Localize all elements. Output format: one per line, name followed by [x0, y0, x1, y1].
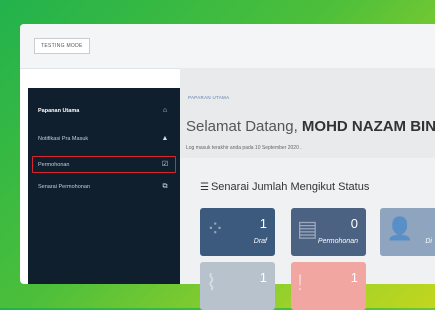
- spinner-icon: ⁘: [206, 216, 225, 241]
- status-tile-4[interactable]: ⌇ 1: [200, 262, 275, 310]
- checklist-icon: ☑: [161, 161, 169, 168]
- tile-caption: Di: [425, 238, 432, 245]
- sidebar-item-notifikasi[interactable]: Notifikasi Pra Masuk ▲: [28, 128, 180, 150]
- status-tile-permohonan[interactable]: ▤ 0 Permohonan: [291, 208, 366, 256]
- tile-count: 1: [350, 270, 358, 285]
- user-name: MOHD NAZAM BIN: [301, 118, 435, 135]
- tile-count: 1: [259, 216, 267, 231]
- sidebar-item-permohonan[interactable]: Permohonan ☑: [28, 154, 180, 176]
- tile-caption: Permohonan: [317, 238, 358, 245]
- welcome-panel: PAPARAN UTAMA Selamat Datang, MOHD NAZAM…: [180, 68, 435, 158]
- status-tile-draf[interactable]: ⁘ 1 Draf: [200, 208, 275, 256]
- sidebar-item-label: Permohonan: [38, 162, 70, 168]
- tile-count: 0: [350, 216, 358, 231]
- welcome-prefix: Selamat Datang,: [186, 118, 302, 135]
- list-icon: ☰: [200, 182, 209, 193]
- top-bar: TESTING MODE: [20, 24, 435, 69]
- sidebar-item-senarai-permohonan[interactable]: Senarai Permohonan ⧉: [28, 176, 180, 198]
- last-login-text: Log masuk terakhir anda pada 10 Septembe…: [186, 145, 302, 151]
- page-title: Selamat Datang, MOHD NAZAM BIN: [186, 118, 435, 135]
- status-tile-5[interactable]: ! 1: [291, 262, 366, 310]
- sidebar-item-label: Senarai Permohonan: [38, 184, 90, 190]
- status-section-title: ☰ Senarai Jumlah Mengikut Status: [200, 181, 369, 193]
- copy-icon: ⧉: [162, 183, 168, 190]
- sidebar-item-label: Papanan Utama: [38, 108, 80, 114]
- home-icon: ⌂: [162, 107, 168, 114]
- chart-icon: ⌇: [206, 270, 217, 295]
- status-title-text: Senarai Jumlah Mengikut Status: [210, 181, 370, 193]
- alert-icon: !: [297, 270, 304, 295]
- user-plus-icon: 👤: [386, 216, 414, 241]
- testing-mode-button[interactable]: TESTING MODE: [34, 38, 90, 54]
- sidebar-item-papanan-utama[interactable]: Papanan Utama ⌂: [28, 100, 180, 122]
- sidebar-item-label: Notifikasi Pra Masuk: [38, 136, 89, 142]
- status-tile-di[interactable]: 👤 Di: [380, 208, 435, 256]
- sidebar: Papanan Utama ⌂ Notifikasi Pra Masuk ▲ P…: [28, 88, 180, 284]
- breadcrumb[interactable]: PAPARAN UTAMA: [188, 95, 229, 100]
- id-card-icon: ▤: [297, 216, 318, 241]
- bell-icon: ▲: [161, 135, 169, 142]
- tile-count: 1: [259, 270, 267, 285]
- tile-caption: Draf: [253, 238, 267, 245]
